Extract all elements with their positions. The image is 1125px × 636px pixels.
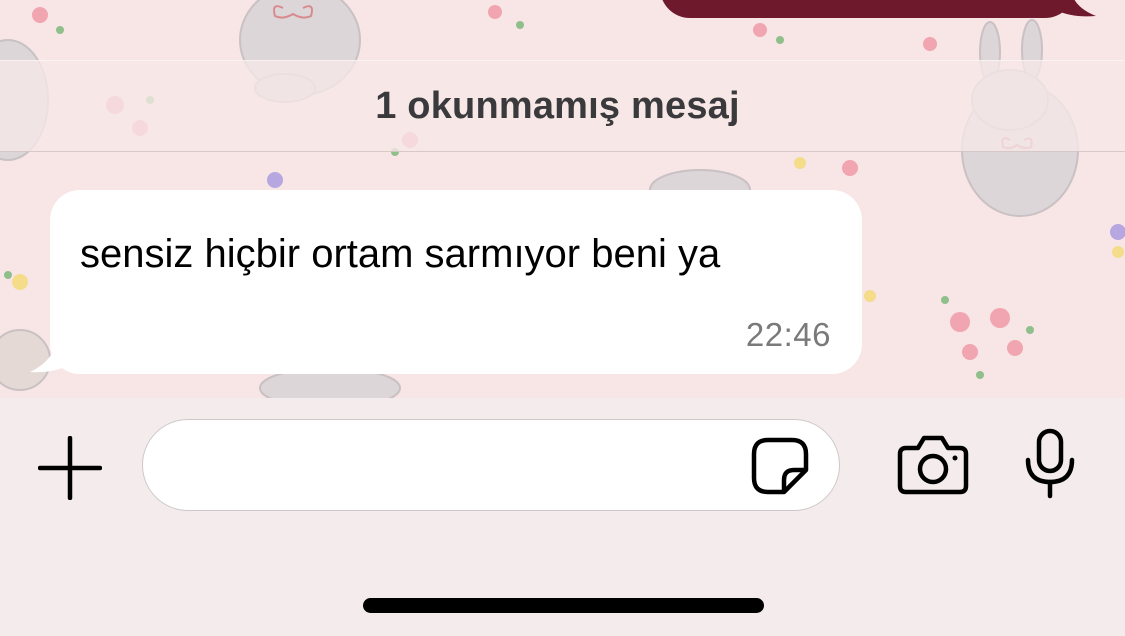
sticker-icon (751, 437, 809, 495)
plus-icon (37, 435, 103, 501)
voice-message-button[interactable] (1022, 428, 1078, 500)
microphone-icon (1025, 428, 1075, 499)
message-timestamp: 22:46 (745, 316, 831, 353)
attach-button[interactable] (37, 435, 103, 501)
sticker-button[interactable] (750, 436, 810, 496)
unread-messages-label: 1 okunmamış mesaj (375, 84, 740, 127)
unread-messages-banner: 1 okunmamış mesaj (0, 60, 1125, 152)
outgoing-message-bubble[interactable] (660, 0, 1075, 18)
message-text: sensiz hiçbir ortam sarmıyor beni ya (80, 232, 721, 276)
message-text-field[interactable] (142, 419, 840, 511)
chat-screen: 1 okunmamış mesaj sensiz hiçbir ortam sa… (0, 0, 1125, 636)
incoming-message-bubble[interactable]: sensiz hiçbir ortam sarmıyor beni ya 22:… (50, 190, 862, 374)
outgoing-bubble-tail (1053, 0, 1096, 17)
camera-icon (897, 435, 969, 495)
camera-button[interactable] (896, 434, 970, 496)
home-indicator[interactable] (363, 598, 764, 613)
